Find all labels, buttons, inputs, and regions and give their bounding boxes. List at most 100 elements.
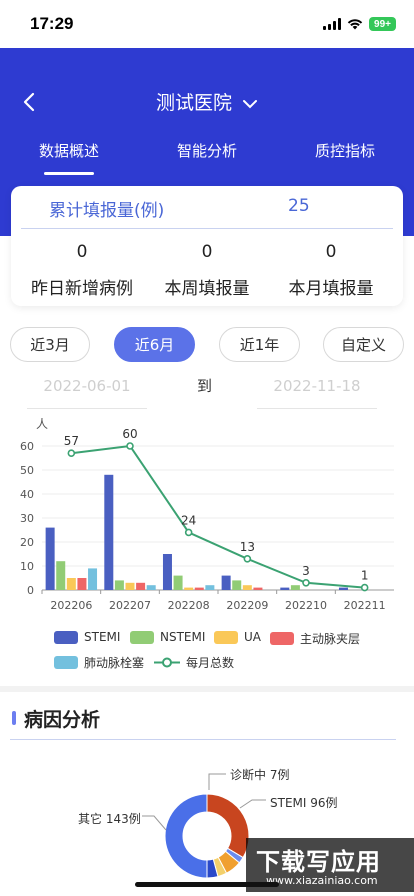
x-tick-label: 202211 (344, 599, 386, 612)
legend-monthly-total[interactable]: 每月总数 (154, 654, 234, 671)
stat-label: 本月填报量 (288, 279, 374, 299)
cumulative-value: 25 (288, 196, 310, 216)
period-filter: 近3月 近6月 近1年 自定义 (0, 327, 414, 363)
home-indicator (135, 882, 279, 887)
total-point (67, 449, 76, 458)
stat-yesterday: 0 昨日新增病例 (17, 242, 147, 299)
bar-STEMI-202207 (104, 474, 114, 590)
tab-data-overview[interactable]: 数据概述 (9, 140, 129, 161)
legend-stemi[interactable]: STEMI (54, 630, 120, 644)
stat-value: 0 (325, 242, 337, 262)
total-point (302, 579, 310, 587)
legend-label: 肺动脉栓塞 (84, 656, 145, 670)
stat-value: 0 (76, 242, 88, 262)
section-divider (10, 739, 396, 740)
legend-label: NSTEMI (160, 630, 206, 644)
bar-UA-202207 (125, 582, 135, 590)
x-tick-label: 202206 (50, 599, 92, 612)
period-custom[interactable]: 自定义 (323, 327, 404, 362)
y-tick-label: 0 (27, 584, 34, 597)
leader-stemi (239, 799, 266, 809)
summary-card: 累计填报量(例) 25 0 昨日新增病例 0 本周填报量 0 本月填报量 (11, 186, 403, 306)
monthly-chart: 人 0 10 20 30 40 50 60 202206 202207 202208 202209 20… (0, 410, 414, 620)
stat-label: 昨日新增病例 (31, 279, 133, 299)
data-label: 24 (181, 513, 196, 527)
section-accent (12, 711, 16, 725)
legend-label: 每月总数 (186, 656, 235, 670)
bar-主动脉夹层-202206 (77, 578, 87, 590)
legend-label: UA (244, 630, 261, 644)
data-label: 60 (122, 427, 137, 441)
tab-bar: 数据概述 智能分析 质控指标 (0, 140, 414, 180)
bar-NSTEMI-202210 (290, 585, 300, 590)
total-point (243, 555, 252, 563)
stat-month: 0 本月填报量 (266, 242, 396, 299)
y-tick-label: 40 (20, 488, 34, 501)
bar-NSTEMI-202209 (232, 580, 242, 590)
cellular-signal-icon (323, 18, 341, 30)
legend-swatch (270, 632, 294, 645)
stat-value: 0 (201, 242, 213, 262)
legend-line-icon (154, 657, 180, 668)
legend-ua[interactable]: UA (214, 630, 261, 644)
status-icons: 99+ (323, 16, 396, 32)
tab-smart-analysis[interactable]: 智能分析 (147, 140, 267, 161)
tab-quality-indicators[interactable]: 质控指标 (285, 140, 405, 161)
watermark-title: 下载写应用 (256, 848, 381, 876)
data-label: 3 (302, 564, 310, 578)
legend-pulmonary-embolism[interactable]: 肺动脉栓塞 (54, 654, 144, 671)
bar-NSTEMI-202208 (173, 575, 183, 590)
bar-STEMI-202211 (338, 587, 348, 590)
total-point (126, 442, 134, 450)
bar-STEMI-202209 (221, 575, 231, 590)
data-label: 57 (64, 434, 79, 448)
bar-肺动脉栓塞-202207 (146, 585, 156, 590)
bar-STEMI-202206 (45, 527, 55, 590)
bar-STEMI-202210 (280, 587, 290, 590)
start-date-input[interactable]: 2022-06-01 (27, 375, 147, 409)
bar-肺动脉栓塞-202206 (88, 568, 98, 590)
pie-label-diagnosing: 诊断中 7例 (230, 768, 290, 782)
data-label: 1 (361, 569, 369, 583)
legend-nstemi[interactable]: NSTEMI (130, 630, 205, 644)
legend-swatch (54, 630, 78, 644)
period-3-months[interactable]: 近3月 (10, 327, 90, 362)
bar-UA-202209 (242, 585, 252, 590)
leader-other (142, 815, 167, 831)
legend-swatch (130, 630, 154, 644)
active-tab-indicator (44, 172, 94, 175)
watermark-url: www.xiazainiao.com (266, 874, 378, 887)
stat-week: 0 本周填报量 (142, 242, 272, 299)
pie-label-other: 其它 143例 (78, 812, 141, 826)
stat-label: 本周填报量 (164, 279, 250, 299)
end-date-input[interactable]: 2022-11-18 (257, 375, 377, 409)
bar-主动脉夹层-202208 (194, 587, 204, 590)
total-point (184, 528, 193, 537)
pie-label-stemi: STEMI 96例 (270, 796, 338, 810)
legend-label: STEMI (84, 630, 121, 644)
cumulative-label: 累计填报量(例) (49, 201, 165, 221)
period-1-year[interactable]: 近1年 (219, 327, 300, 362)
bar-肺动脉栓塞-202208 (205, 585, 215, 590)
x-tick-label: 202209 (226, 599, 268, 612)
date-range: 2022-06-01 到 2022-11-18 (0, 375, 414, 411)
y-tick-label: 20 (20, 536, 34, 549)
hospital-selector[interactable]: 测试医院 (0, 88, 414, 115)
bar-NSTEMI-202206 (56, 561, 66, 590)
bar-UA-202206 (66, 578, 76, 590)
section-title: 病因分析 (24, 709, 101, 731)
legend-swatch (214, 630, 238, 644)
date-separator: 到 (197, 377, 213, 395)
y-tick-label: 10 (20, 560, 34, 573)
x-tick-label: 202210 (285, 599, 327, 612)
leader-diagnosing (208, 773, 226, 790)
pie-slice-0[interactable] (164, 793, 208, 879)
wifi-icon (347, 19, 363, 30)
period-6-months[interactable]: 近6月 (114, 327, 195, 362)
section-separator (0, 686, 414, 692)
legend-swatch (54, 656, 78, 669)
status-bar: 17:29 99+ (0, 0, 414, 48)
x-tick-label: 202207 (109, 599, 151, 612)
legend-aortic-dissection[interactable]: 主动脉夹层 (270, 630, 360, 647)
bar-主动脉夹层-202207 (136, 582, 146, 590)
